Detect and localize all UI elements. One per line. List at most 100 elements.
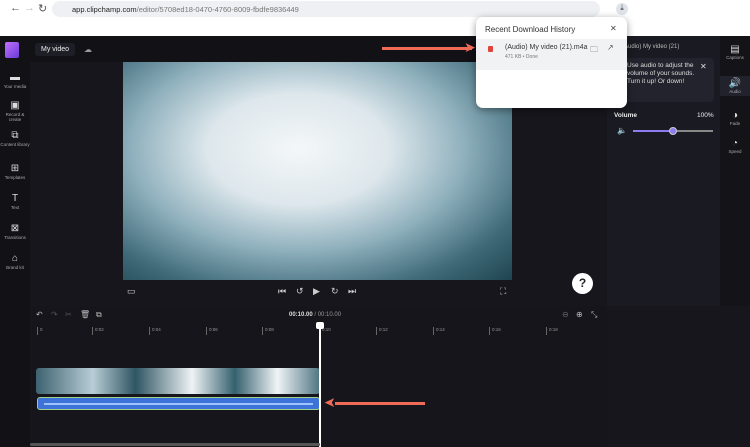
sidebar-item-your-media[interactable]: ▬ Your media (0, 72, 30, 89)
tab-captions[interactable]: ▤ Captions (720, 44, 750, 60)
fit-icon[interactable]: ⤡ (591, 310, 597, 320)
close-tip-icon[interactable]: ✕ (700, 62, 707, 71)
ruler-tick: 0:04 (149, 327, 161, 335)
download-item[interactable]: (Audio) My video (21).m4a 471 KB • Done … (476, 39, 627, 70)
timecode: 00:10.00 / 00:10.00 (289, 312, 341, 318)
audio-clip[interactable] (37, 397, 320, 410)
speed-icon: ◔ (731, 138, 739, 149)
open-external-icon[interactable]: ↗ (607, 43, 614, 52)
sidebar-label: Your media (3, 84, 27, 89)
text-icon: T (11, 193, 19, 204)
arrow-head-icon: ➤ (464, 39, 476, 55)
video-preview[interactable] (123, 62, 512, 280)
captions-icon: ▤ (730, 44, 740, 55)
library-icon: ⧉ (11, 130, 19, 141)
url-host: app.clipchamp.com (72, 5, 137, 14)
sidebar-label: Record & create (5, 112, 25, 122)
file-meta: 471 KB • Done (505, 54, 538, 60)
undo-icon[interactable]: ↶ (36, 310, 43, 319)
sidebar-item-text[interactable]: T Text (0, 193, 30, 210)
file-name: (Audio) My video (21).m4a (505, 44, 588, 51)
volume-label: Volume (614, 112, 637, 119)
tab-label: Fade (729, 121, 741, 126)
arrow-head-icon: ➤ (324, 394, 336, 410)
zoom-in-icon[interactable]: ⊕ (576, 310, 583, 319)
sidebar-label: Transitions (4, 235, 26, 240)
popup-title: Recent Download History (485, 25, 576, 34)
play-icon[interactable]: ▶ (313, 286, 320, 297)
sidebar-label: Text (10, 205, 20, 210)
current-time: 00:10.00 (289, 312, 313, 318)
file-icon (488, 46, 493, 52)
tab-fade[interactable]: ◑ Fade (720, 110, 750, 126)
sidebar-item-record[interactable]: ▣ Record & create (0, 100, 30, 122)
rewind-icon[interactable]: ↺ (296, 286, 304, 297)
transitions-icon: ⊠ (10, 223, 20, 234)
forward-button[interactable]: → (24, 2, 35, 14)
sidebar-item-content-library[interactable]: ⧉ Content library (0, 130, 30, 147)
clip-title: (Audio) My video (21) (622, 44, 680, 50)
annotation-arrow-audio (335, 402, 425, 405)
fullscreen-icon[interactable]: ⛶ (500, 286, 506, 297)
skip-end-icon[interactable]: ⏭ (348, 286, 356, 297)
video-clip[interactable] (36, 368, 320, 394)
cut-icon[interactable]: ✂ (65, 310, 72, 319)
volume-value: 100% (697, 112, 714, 119)
tab-label: Audio (729, 89, 741, 94)
address-bar[interactable]: app.clipchamp.com/editor/5708ed18-0470-4… (52, 1, 600, 17)
help-button[interactable]: ? (572, 273, 593, 294)
aspect-ratio-icon[interactable]: ▭ (127, 286, 136, 297)
total-time: / 00:10.00 (312, 312, 342, 318)
volume-slider-handle[interactable] (669, 127, 677, 135)
downloads-icon[interactable]: ⤓ (616, 3, 628, 15)
zoom-out-icon[interactable]: ⊖ (562, 310, 569, 319)
tab-speed[interactable]: ◔ Speed (720, 138, 750, 154)
sidebar-item-templates[interactable]: ⊞ Templates (0, 163, 30, 180)
tab-audio[interactable]: 🔊 Audio (720, 76, 750, 96)
playhead-handle[interactable] (316, 322, 324, 329)
volume-slider-fill (633, 130, 673, 132)
sidebar-item-brand-kit[interactable]: ⌂ Brand kit (0, 253, 30, 270)
close-popup-icon[interactable]: ✕ (610, 24, 617, 33)
clipchamp-logo[interactable] (5, 42, 19, 58)
cloud-off-icon: ☁ (84, 45, 92, 54)
ruler-tick: 0:16 (489, 327, 501, 335)
tip-text: Use audio to adjust the volume of your s… (627, 62, 695, 85)
ruler-tick: 0:02 (92, 327, 104, 335)
ruler-tick: 0:12 (376, 327, 388, 335)
reload-button[interactable]: ↻ (38, 2, 47, 15)
ruler-tick: 0:18 (546, 327, 558, 335)
delete-icon[interactable]: 🗑 (80, 310, 90, 319)
ruler-tick: 0:06 (206, 327, 218, 335)
annotation-arrow-download (382, 47, 472, 50)
sidebar-label: Brand kit (6, 265, 24, 270)
speaker-icon[interactable]: 🔈 (617, 126, 627, 135)
camera-icon: ▣ (10, 100, 20, 111)
ruler-tick: 0 (37, 327, 43, 335)
tip-box: Use audio to adjust the volume of your s… (614, 58, 714, 102)
tab-label: Speed (728, 149, 742, 154)
sidebar-item-transitions[interactable]: ⊠ Transitions (0, 223, 30, 240)
timeline-scrollbar[interactable] (30, 443, 320, 446)
audio-icon: 🔊 (728, 78, 742, 89)
folder-icon: ▬ (10, 72, 20, 83)
sidebar-label: Content library (0, 142, 30, 147)
url-path: /editor/5708ed18-0470-4760-8009-fbdfe983… (136, 5, 299, 14)
download-history-popup: Recent Download History ✕ (Audio) My vid… (476, 17, 627, 108)
skip-start-icon[interactable]: ⏮ (278, 286, 286, 297)
forward-icon[interactable]: ↻ (331, 286, 339, 297)
playhead[interactable] (319, 322, 321, 447)
redo-icon[interactable]: ↷ (51, 310, 58, 319)
fade-icon: ◑ (731, 110, 739, 121)
ruler-tick: 0:08 (262, 327, 274, 335)
brand-icon: ⌂ (11, 253, 19, 264)
tab-label: Captions (726, 55, 744, 60)
audio-waveform (44, 403, 313, 405)
back-button[interactable]: ← (10, 2, 21, 14)
templates-icon: ⊞ (10, 163, 20, 174)
project-title[interactable]: My video (35, 43, 76, 56)
ruler-tick: 0:14 (433, 327, 445, 335)
sidebar-label: Templates (4, 175, 26, 180)
detach-audio-icon[interactable]: ⧉ (96, 310, 102, 320)
folder-icon[interactable]: 🗀 (590, 44, 598, 58)
